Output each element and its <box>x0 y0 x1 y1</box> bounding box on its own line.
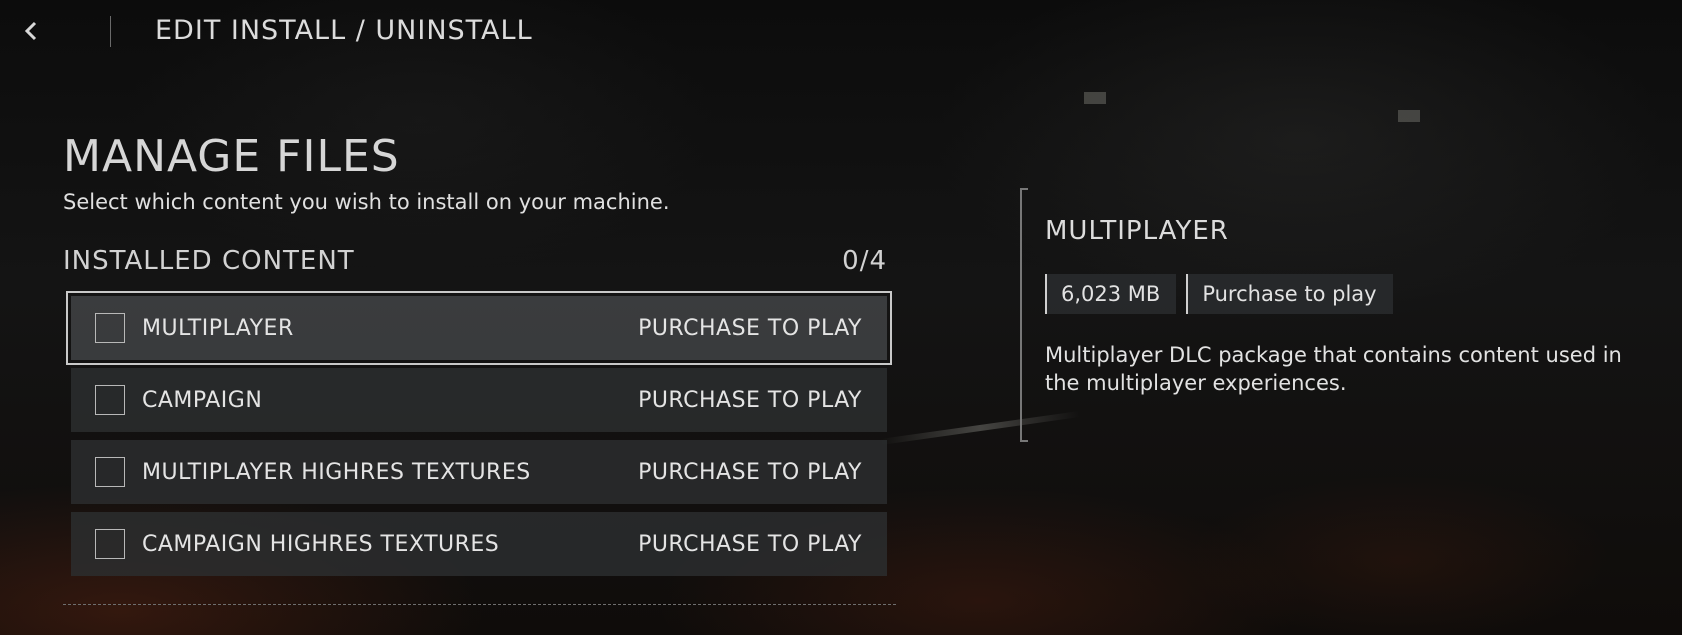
back-button[interactable] <box>14 14 48 48</box>
content-checkbox[interactable] <box>95 529 125 559</box>
size-badge: 6,023 MB <box>1045 274 1177 314</box>
top-bar: EDIT INSTALL / UNINSTALL <box>0 0 1682 64</box>
detail-bracket <box>1020 188 1028 442</box>
content-detail-panel: MULTIPLAYER 6,023 MB Purchase to play Mu… <box>1020 188 1660 442</box>
detail-tags: 6,023 MB Purchase to play <box>1045 274 1393 314</box>
content-item-label: MULTIPLAYER HIGHRES TEXTURES <box>142 459 531 485</box>
manage-files-subtitle: Select which content you wish to install… <box>63 190 670 214</box>
content-item-status: PURCHASE TO PLAY <box>638 387 862 413</box>
page-header-title: EDIT INSTALL / UNINSTALL <box>155 15 533 46</box>
chevron-left-icon <box>24 21 37 41</box>
content-item-campaign-highres-textures[interactable]: CAMPAIGN HIGHRES TEXTURES PURCHASE TO PL… <box>71 512 887 576</box>
status-badge: Purchase to play <box>1186 274 1393 314</box>
content-checkbox[interactable] <box>95 385 125 415</box>
list-divider <box>63 604 896 605</box>
content-item-label: CAMPAIGN <box>142 387 263 413</box>
content-item-multiplayer-highres-textures[interactable]: MULTIPLAYER HIGHRES TEXTURES PURCHASE TO… <box>71 440 887 504</box>
content-checkbox[interactable] <box>95 457 125 487</box>
background-lamp <box>1084 92 1106 104</box>
header-divider <box>110 16 111 47</box>
installed-content-count: 0/4 <box>842 246 887 276</box>
detail-description: Multiplayer DLC package that contains co… <box>1045 343 1622 395</box>
content-item-label: CAMPAIGN HIGHRES TEXTURES <box>142 531 500 557</box>
content-item-label: MULTIPLAYER <box>142 315 294 341</box>
content-item-status: PURCHASE TO PLAY <box>638 315 862 341</box>
content-item-multiplayer[interactable]: MULTIPLAYER PURCHASE TO PLAY <box>66 291 892 365</box>
content-checkbox[interactable] <box>95 313 125 343</box>
content-item-status: PURCHASE TO PLAY <box>638 531 862 557</box>
installed-content-title: INSTALLED CONTENT <box>63 246 355 276</box>
content-item-status: PURCHASE TO PLAY <box>638 459 862 485</box>
content-item-campaign[interactable]: CAMPAIGN PURCHASE TO PLAY <box>71 368 887 432</box>
installed-content-header: INSTALLED CONTENT 0/4 <box>63 244 887 278</box>
background-lamp <box>1398 110 1420 122</box>
manage-files-title: MANAGE FILES <box>63 131 400 182</box>
detail-title: MULTIPLAYER <box>1045 216 1229 246</box>
content-list: MULTIPLAYER PURCHASE TO PLAY CAMPAIGN PU… <box>66 291 892 584</box>
